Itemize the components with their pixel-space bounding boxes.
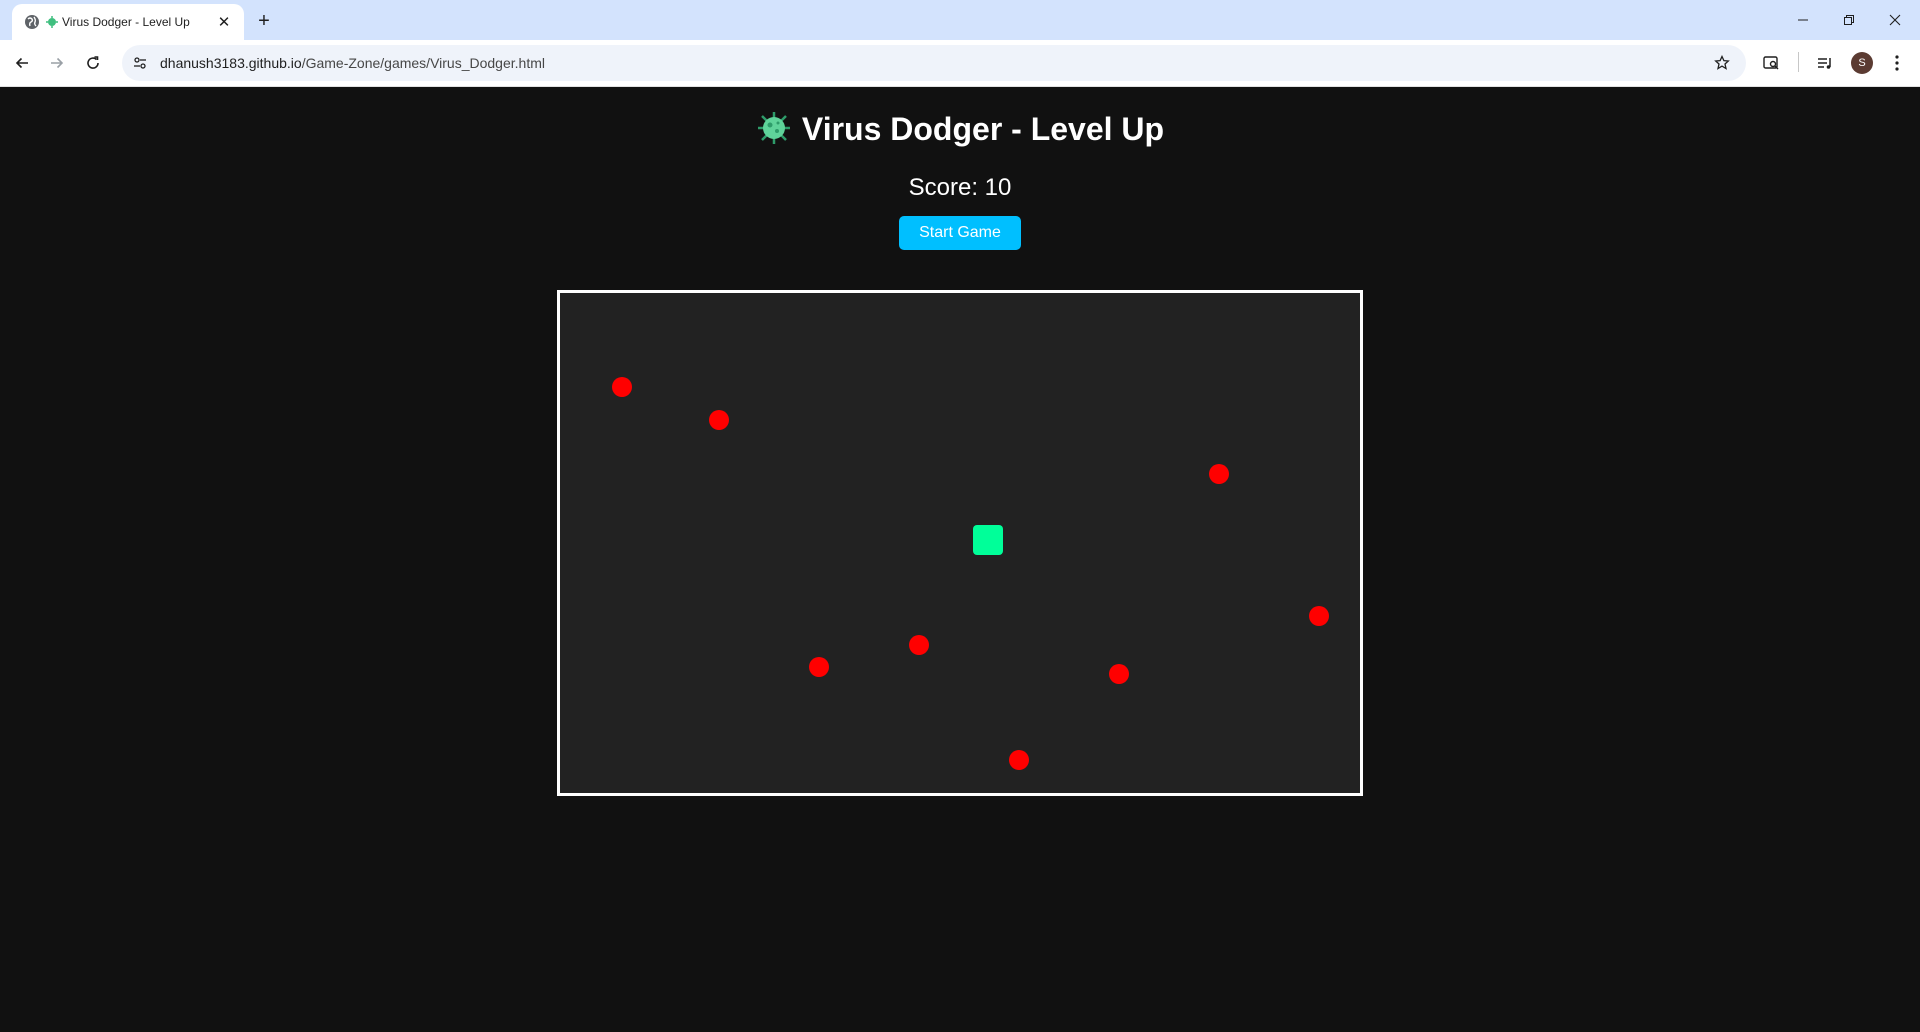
kebab-menu-icon[interactable] — [1884, 50, 1910, 76]
virus-dot — [809, 657, 829, 677]
globe-icon — [25, 15, 39, 29]
start-game-button[interactable]: Start Game — [899, 216, 1021, 250]
address-bar[interactable]: dhanush3183.github.io/Game-Zone/games/Vi… — [122, 45, 1746, 81]
game-canvas — [612, 377, 1329, 770]
browser-toolbar: dhanush3183.github.io/Game-Zone/games/Vi… — [0, 40, 1920, 87]
forward-arrow-icon[interactable] — [42, 48, 72, 78]
back-arrow-icon[interactable] — [7, 48, 37, 78]
virus-dot — [1209, 464, 1229, 484]
reload-icon[interactable] — [78, 48, 108, 78]
toolbar-divider — [1798, 52, 1799, 72]
url-host: dhanush3183.github.io — [160, 55, 302, 71]
score-display: Score: 10 — [908, 174, 1012, 201]
tab-strip: Virus Dodger - Level Up ✕ + — [0, 0, 1920, 40]
tab-title: Virus Dodger - Level Up — [62, 15, 190, 29]
window-close-icon[interactable] — [1872, 0, 1918, 40]
url-path: /Game-Zone/games/Virus_Dodger.html — [301, 55, 545, 71]
player-block — [973, 525, 1003, 555]
virus-favicon-icon — [46, 16, 58, 28]
game-board[interactable] — [557, 290, 1363, 796]
new-tab-button[interactable]: + — [252, 9, 276, 33]
virus-dot — [1009, 750, 1029, 770]
media-controls-icon[interactable] — [1812, 50, 1838, 76]
google-lens-icon[interactable] — [1758, 50, 1784, 76]
game-page: Virus Dodger - Level Up Score: 10 Start … — [0, 88, 1920, 1032]
title-text: Virus Dodger - Level Up — [801, 111, 1165, 147]
browser-tab[interactable]: Virus Dodger - Level Up ✕ — [12, 4, 244, 40]
virus-dot — [612, 377, 632, 397]
restore-icon[interactable] — [1826, 0, 1872, 40]
tab-close-icon[interactable]: ✕ — [214, 12, 234, 32]
virus-dot — [1309, 606, 1329, 626]
virus-icon — [757, 112, 790, 144]
site-info-icon[interactable] — [128, 51, 152, 75]
bookmark-star-icon[interactable] — [1710, 51, 1734, 75]
url-text[interactable]: dhanush3183.github.io/Game-Zone/games/Vi… — [160, 55, 545, 71]
page-title: Virus Dodger - Level Up — [0, 110, 1920, 148]
profile-avatar[interactable]: S — [1851, 52, 1873, 74]
minimize-icon[interactable] — [1780, 0, 1826, 40]
virus-dot — [709, 410, 729, 430]
virus-dot — [909, 635, 929, 655]
virus-dot — [1109, 664, 1129, 684]
